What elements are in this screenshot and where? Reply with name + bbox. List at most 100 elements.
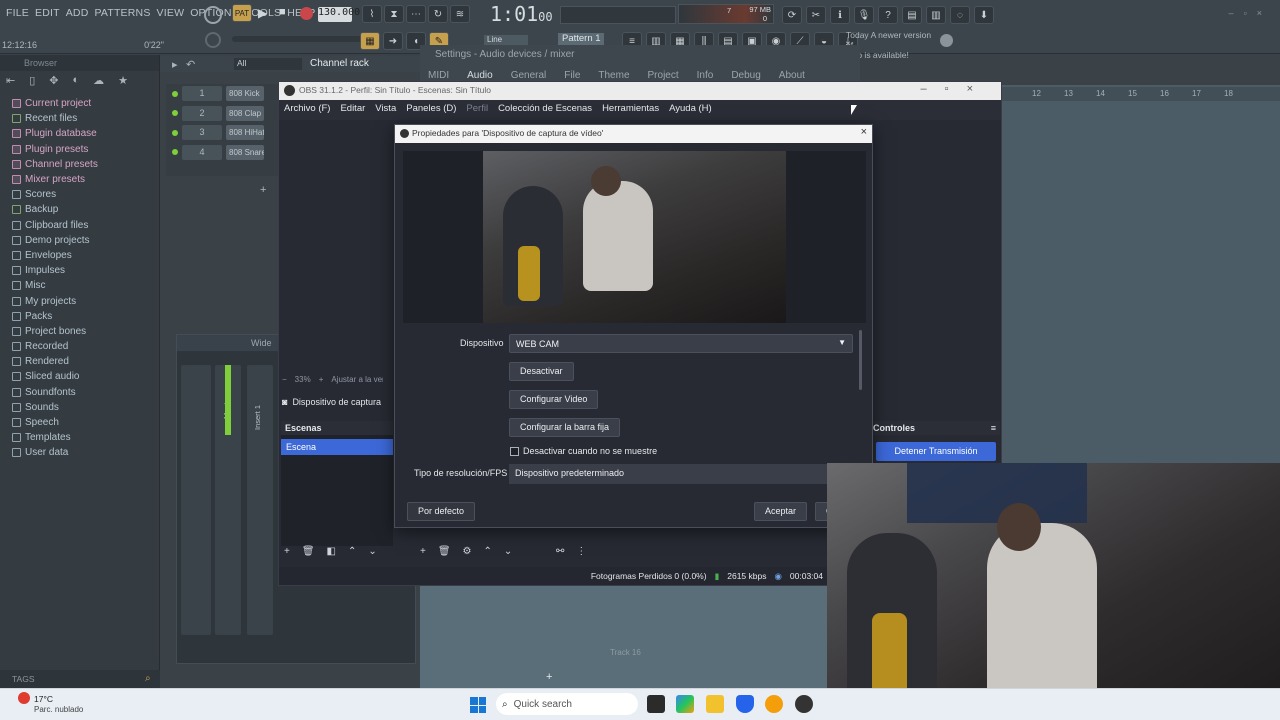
configure-crossbar-button[interactable]: Configurar la barra fija [509, 418, 621, 437]
browser-item[interactable]: Sounds [0, 400, 159, 415]
audio-link-icon[interactable]: ⚯ [556, 546, 564, 557]
loop-rec-icon[interactable]: ↻ [428, 5, 448, 23]
info-icon[interactable]: ℹ [830, 6, 850, 24]
zoom-in-icon[interactable]: + [319, 375, 324, 384]
fl-window-controls[interactable]: –▫× [1229, 8, 1272, 18]
browser-tags[interactable]: TAGS [0, 670, 160, 688]
channel-name[interactable]: 808 Clap [226, 105, 264, 121]
channel-row[interactable]: 1 808 Kick [166, 84, 280, 104]
add-source-icon[interactable]: + [420, 546, 426, 557]
browser-cloud-icon[interactable]: ☁ [93, 74, 104, 87]
dock-menu-icon[interactable]: ≡ [991, 423, 996, 433]
fl-menu-add[interactable]: ADD [66, 7, 89, 19]
chat-icon[interactable]: ◌ [950, 6, 970, 24]
source-row[interactable]: ◙ Dispositivo de captura [282, 394, 394, 410]
filter-scene-icon[interactable]: ◧ [327, 546, 336, 557]
channel-led-icon[interactable] [172, 110, 178, 117]
browser-item[interactable]: Mixer presets [0, 172, 159, 187]
piano-roll-icon[interactable]: ▦ [360, 32, 380, 50]
channel-led-icon[interactable] [172, 90, 178, 97]
obs-menu-item[interactable]: Paneles (D) [406, 103, 456, 117]
browser-item[interactable]: Project bones [0, 324, 159, 339]
mic-icon[interactable]: 🎙 [854, 6, 874, 24]
channel-name[interactable]: 808 HiHat [226, 125, 264, 141]
browser-item[interactable]: Packs [0, 309, 159, 324]
snap-knob-icon[interactable] [204, 6, 222, 24]
remove-source-icon[interactable]: 🗑 [438, 546, 451, 557]
obs-menu-item[interactable]: Colección de Escenas [498, 103, 592, 117]
fl-menu-patterns[interactable]: PATTERNS [94, 7, 150, 19]
browser-item[interactable]: Scores [0, 187, 159, 202]
rack-filter[interactable]: All [234, 58, 302, 70]
browser-item[interactable]: Plugin presets [0, 142, 159, 157]
tempo-display[interactable]: 130.000 [318, 7, 360, 22]
channel-row[interactable]: 2 808 Clap [166, 104, 280, 124]
rack-arrow-icon[interactable]: ▸ [172, 58, 178, 71]
taskbar-search[interactable]: ⌕ Quick search [496, 693, 638, 715]
mixer-strip-insert1[interactable]: Insert 1 [247, 365, 273, 635]
dialog-scrollbar[interactable] [859, 330, 862, 390]
fl-menu-view[interactable]: VIEW [157, 7, 185, 19]
browser-item[interactable]: Envelopes [0, 248, 159, 263]
channel-name[interactable]: 808 Snare [226, 144, 264, 160]
copilot-icon[interactable] [676, 695, 694, 713]
browser-item[interactable]: My projects [0, 293, 159, 308]
close-icon[interactable]: × [861, 126, 867, 138]
obs-menu-item[interactable]: Herramientas [602, 103, 659, 117]
configure-video-button[interactable]: Configurar Video [509, 390, 599, 409]
add-channel-button[interactable]: + [260, 184, 266, 196]
scene-item[interactable]: Escena [281, 439, 393, 455]
channel-number[interactable]: 2 [182, 105, 222, 121]
save-icon[interactable]: ▤ [902, 6, 922, 24]
browser-item[interactable]: Recent files [0, 111, 159, 126]
source-down-icon[interactable]: ⌄ [504, 546, 512, 557]
obs-taskbar-icon[interactable] [795, 695, 813, 713]
refresh-icon[interactable]: ⟳ [782, 6, 802, 24]
metronome-icon[interactable]: ⌇ [362, 5, 382, 23]
blend-icon[interactable]: ≋ [450, 5, 470, 23]
add-scene-icon[interactable]: + [284, 546, 290, 557]
channel-row[interactable]: 4 808 Snare [166, 143, 280, 163]
channel-led-icon[interactable] [172, 149, 178, 156]
mixer-strip-current[interactable] [181, 365, 211, 635]
fl-menu-edit[interactable]: EDIT [35, 7, 60, 19]
stop-streaming-button[interactable]: Detener Transmisión [876, 442, 996, 461]
resolution-select[interactable]: Dispositivo predeterminado [509, 464, 829, 484]
wait-icon[interactable]: ⧗ [384, 5, 404, 23]
obs-menu-item[interactable]: Archivo (F) [284, 103, 330, 117]
browser-item[interactable]: Rendered [0, 354, 159, 369]
defaults-button[interactable]: Por defecto [407, 502, 476, 521]
news-globe-icon[interactable] [940, 34, 953, 47]
obs-menu-item[interactable]: Editar [340, 103, 365, 117]
device-select[interactable]: WEB CAM ▼ [509, 334, 853, 353]
master-volume-slider[interactable] [560, 6, 676, 24]
source-settings-icon[interactable]: ⚙ [463, 546, 472, 557]
pitch-knob-icon[interactable] [205, 32, 221, 48]
record-icon[interactable] [300, 7, 313, 20]
accept-button[interactable]: Aceptar [754, 502, 808, 521]
source-up-icon[interactable]: ⌃ [484, 546, 492, 557]
download-icon[interactable]: ⬇ [974, 6, 994, 24]
browser-item[interactable]: Current project [0, 96, 159, 111]
obs-menu-item[interactable]: Perfil [466, 103, 488, 117]
deactivate-hidden-checkbox[interactable] [510, 447, 519, 456]
obs-window-controls[interactable]: –▫× [921, 83, 991, 95]
channel-led-icon[interactable] [172, 129, 178, 136]
browser-file-icon[interactable]: ▯ [29, 74, 35, 87]
rack-undo-icon[interactable]: ↶ [186, 58, 195, 71]
tag-search-icon[interactable]: ⌕ [145, 673, 151, 684]
scene-up-icon[interactable]: ⌃ [348, 546, 356, 557]
browser-item[interactable]: User data [0, 445, 159, 460]
countdown-icon[interactable]: ⋯ [406, 5, 426, 23]
channel-row[interactable]: 3 808 HiHat [166, 123, 280, 143]
fl-menu-file[interactable]: FILE [6, 7, 29, 19]
browser-item[interactable]: Recorded [0, 339, 159, 354]
add-track-icon[interactable]: + [546, 671, 552, 683]
task-view-icon[interactable] [647, 695, 665, 713]
pat-song-toggle[interactable]: PAT [232, 4, 252, 22]
mixer-icon[interactable]: ▥ [926, 6, 946, 24]
scene-down-icon[interactable]: ⌄ [368, 546, 376, 557]
defender-icon[interactable] [736, 695, 754, 713]
remove-scene-icon[interactable]: 🗑 [302, 546, 315, 557]
channel-number[interactable]: 3 [182, 125, 222, 141]
